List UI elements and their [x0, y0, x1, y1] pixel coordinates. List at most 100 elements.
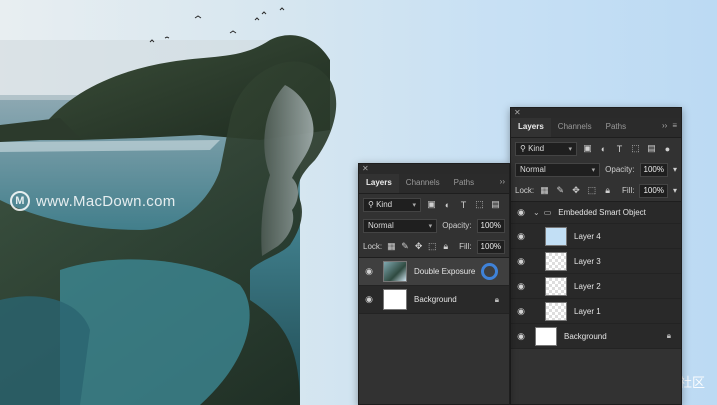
layer-thumbnail [545, 276, 567, 296]
layers-panel-back: ✕ Layers Channels Paths ›› ≡ ⚲ Kind ▾ ▣ ◐ … [510, 107, 682, 405]
chevron-down-icon[interactable]: ⌄ [533, 208, 540, 217]
fill-field[interactable]: 100% [639, 183, 668, 198]
layer-row[interactable]: ◉ Layer 4 [511, 224, 681, 249]
layer-name: Layer 4 [574, 231, 601, 241]
layer-name: Double Exposure [414, 267, 476, 276]
layers-list: ◉ Double Exposure ◉ Background 🔒︎ [359, 257, 509, 314]
lock-pixels-icon[interactable]: ✎ [401, 241, 410, 252]
lock-all-icon[interactable]: 🔒︎ [442, 241, 451, 252]
pixel-filter-icon[interactable]: ▣ [582, 143, 593, 154]
artboard-icon[interactable]: ⬚ [428, 241, 437, 252]
blend-mode-value: Normal [368, 221, 394, 230]
group-name: Embedded Smart Object [558, 208, 646, 217]
layer-row[interactable]: ◉ Background 🔒︎ [359, 286, 509, 314]
lock-row: Lock: ▦ ✎ ✥ ⬚ 🔒︎ Fill: 100% ▾ [511, 180, 681, 201]
kind-label: Kind [528, 144, 545, 153]
lock-all-icon[interactable]: 🔒︎ [602, 185, 613, 196]
blend-mode-select[interactable]: Normal ▾ [363, 218, 438, 233]
eye-icon[interactable]: ◉ [515, 231, 527, 242]
lock-pixels-icon[interactable]: ✎ [555, 185, 566, 196]
layer-thumbnail [535, 326, 557, 346]
fill-field[interactable]: 100% [476, 239, 506, 254]
kind-filter-select[interactable]: ⚲ Kind ▾ [515, 141, 577, 156]
lock-transparency-icon[interactable]: ▦ [387, 241, 396, 252]
search-icon: ⚲ [368, 200, 374, 209]
chevron-down-icon[interactable]: ▾ [673, 186, 677, 195]
filter-row: ⚲ Kind ▾ ▣ ◐ T ⬚ ▤ ● [511, 138, 681, 159]
tab-paths[interactable]: Paths [447, 174, 481, 193]
layer-group-row[interactable]: ◉ ⌄ ▭ Embedded Smart Object [511, 202, 681, 224]
layer-name: Layer 3 [574, 256, 601, 266]
layers-list: ◉ ⌄ ▭ Embedded Smart Object ◉ Layer 4 ◉ … [511, 201, 681, 349]
layer-row-selected[interactable]: ◉ Double Exposure [359, 258, 509, 286]
adjustment-filter-icon[interactable]: ◐ [598, 143, 609, 154]
opacity-field[interactable]: 100% [639, 162, 668, 177]
panel-titlebar[interactable]: ✕ [359, 164, 509, 174]
layer-thumbnail [383, 261, 407, 282]
adjustment-filter-icon[interactable]: ◐ [442, 199, 453, 210]
type-filter-icon[interactable]: T [614, 143, 625, 154]
blend-row: Normal ▾ Opacity: 100% ▾ [511, 159, 681, 180]
lock-position-icon[interactable]: ✥ [571, 185, 582, 196]
artboard-icon[interactable]: ⬚ [586, 185, 597, 196]
tab-channels[interactable]: Channels [399, 174, 447, 193]
layer-row[interactable]: ◉ Background 🔒︎ [511, 324, 681, 349]
kind-filter-select[interactable]: ⚲ Kind ▾ [363, 197, 421, 212]
smart-object-filter-icon[interactable]: ▤ [646, 143, 657, 154]
tab-paths[interactable]: Paths [599, 118, 633, 137]
collapse-icon[interactable]: ›› [500, 177, 505, 186]
lock-row: Lock: ▦ ✎ ✥ ⬚ 🔒︎ Fill: 100% [359, 236, 509, 257]
processing-spinner-icon [481, 263, 498, 280]
eye-icon[interactable]: ◉ [515, 207, 527, 218]
panel-titlebar[interactable]: ✕ [511, 108, 681, 118]
layers-panel-front: ✕ Layers Channels Paths ›› ⚲ Kind ▾ ▣ ◐ T… [358, 163, 510, 405]
eye-icon[interactable]: ◉ [515, 281, 527, 292]
eye-icon[interactable]: ◉ [515, 331, 527, 342]
chevron-down-icon: ▾ [412, 201, 416, 209]
lock-icon: 🔒︎ [666, 331, 671, 340]
smart-object-filter-icon[interactable]: ▤ [490, 199, 501, 210]
tab-layers[interactable]: Layers [359, 174, 399, 193]
eye-icon[interactable]: ◉ [363, 266, 375, 277]
panel-tabs: Layers Channels Paths ›› ≡ [511, 118, 681, 138]
layer-name: Background [564, 331, 607, 341]
pixel-filter-icon[interactable]: ▣ [426, 199, 437, 210]
layer-row[interactable]: ◉ Layer 1 [511, 299, 681, 324]
lock-icon: 🔒︎ [494, 294, 499, 304]
eye-icon[interactable]: ◉ [515, 306, 527, 317]
tab-layers[interactable]: Layers [511, 118, 551, 137]
shape-filter-icon[interactable]: ⬚ [630, 143, 641, 154]
chevron-down-icon: ▾ [568, 145, 572, 153]
eye-icon[interactable]: ◉ [363, 294, 375, 305]
kind-label: Kind [376, 200, 393, 209]
layer-thumbnail [545, 301, 567, 321]
blend-mode-value: Normal [520, 165, 546, 174]
opacity-label: Opacity: [605, 165, 635, 174]
panel-menu-icon[interactable]: ≡ [672, 121, 677, 130]
close-icon[interactable]: ✕ [362, 164, 369, 174]
close-icon[interactable]: ✕ [514, 108, 521, 118]
layer-name: Layer 2 [574, 281, 601, 291]
layer-thumbnail [545, 226, 567, 246]
chevron-down-icon: ▾ [591, 166, 596, 174]
fill-label: Fill: [459, 242, 472, 251]
layer-row[interactable]: ◉ Layer 3 [511, 249, 681, 274]
watermark-macdown: M www.MacDown.com [10, 191, 176, 211]
layer-row[interactable]: ◉ Layer 2 [511, 274, 681, 299]
chevron-down-icon: ▾ [428, 222, 433, 230]
filter-toggle-icon[interactable]: ● [662, 143, 673, 154]
lock-transparency-icon[interactable]: ▦ [539, 185, 550, 196]
lock-position-icon[interactable]: ✥ [414, 241, 423, 252]
shape-filter-icon[interactable]: ⬚ [474, 199, 485, 210]
eye-icon[interactable]: ◉ [515, 256, 527, 267]
blend-mode-select[interactable]: Normal ▾ [515, 162, 601, 177]
type-filter-icon[interactable]: T [458, 199, 469, 210]
chevron-down-icon[interactable]: ▾ [673, 165, 677, 174]
folder-icon: ▭ [543, 208, 552, 217]
blend-row: Normal ▾ Opacity: 100% [359, 215, 509, 236]
collapse-icon[interactable]: ›› [662, 121, 667, 130]
opacity-field[interactable]: 100% [476, 218, 505, 233]
tab-channels[interactable]: Channels [551, 118, 599, 137]
opacity-label: Opacity: [442, 221, 472, 230]
lock-label: Lock: [515, 186, 535, 195]
